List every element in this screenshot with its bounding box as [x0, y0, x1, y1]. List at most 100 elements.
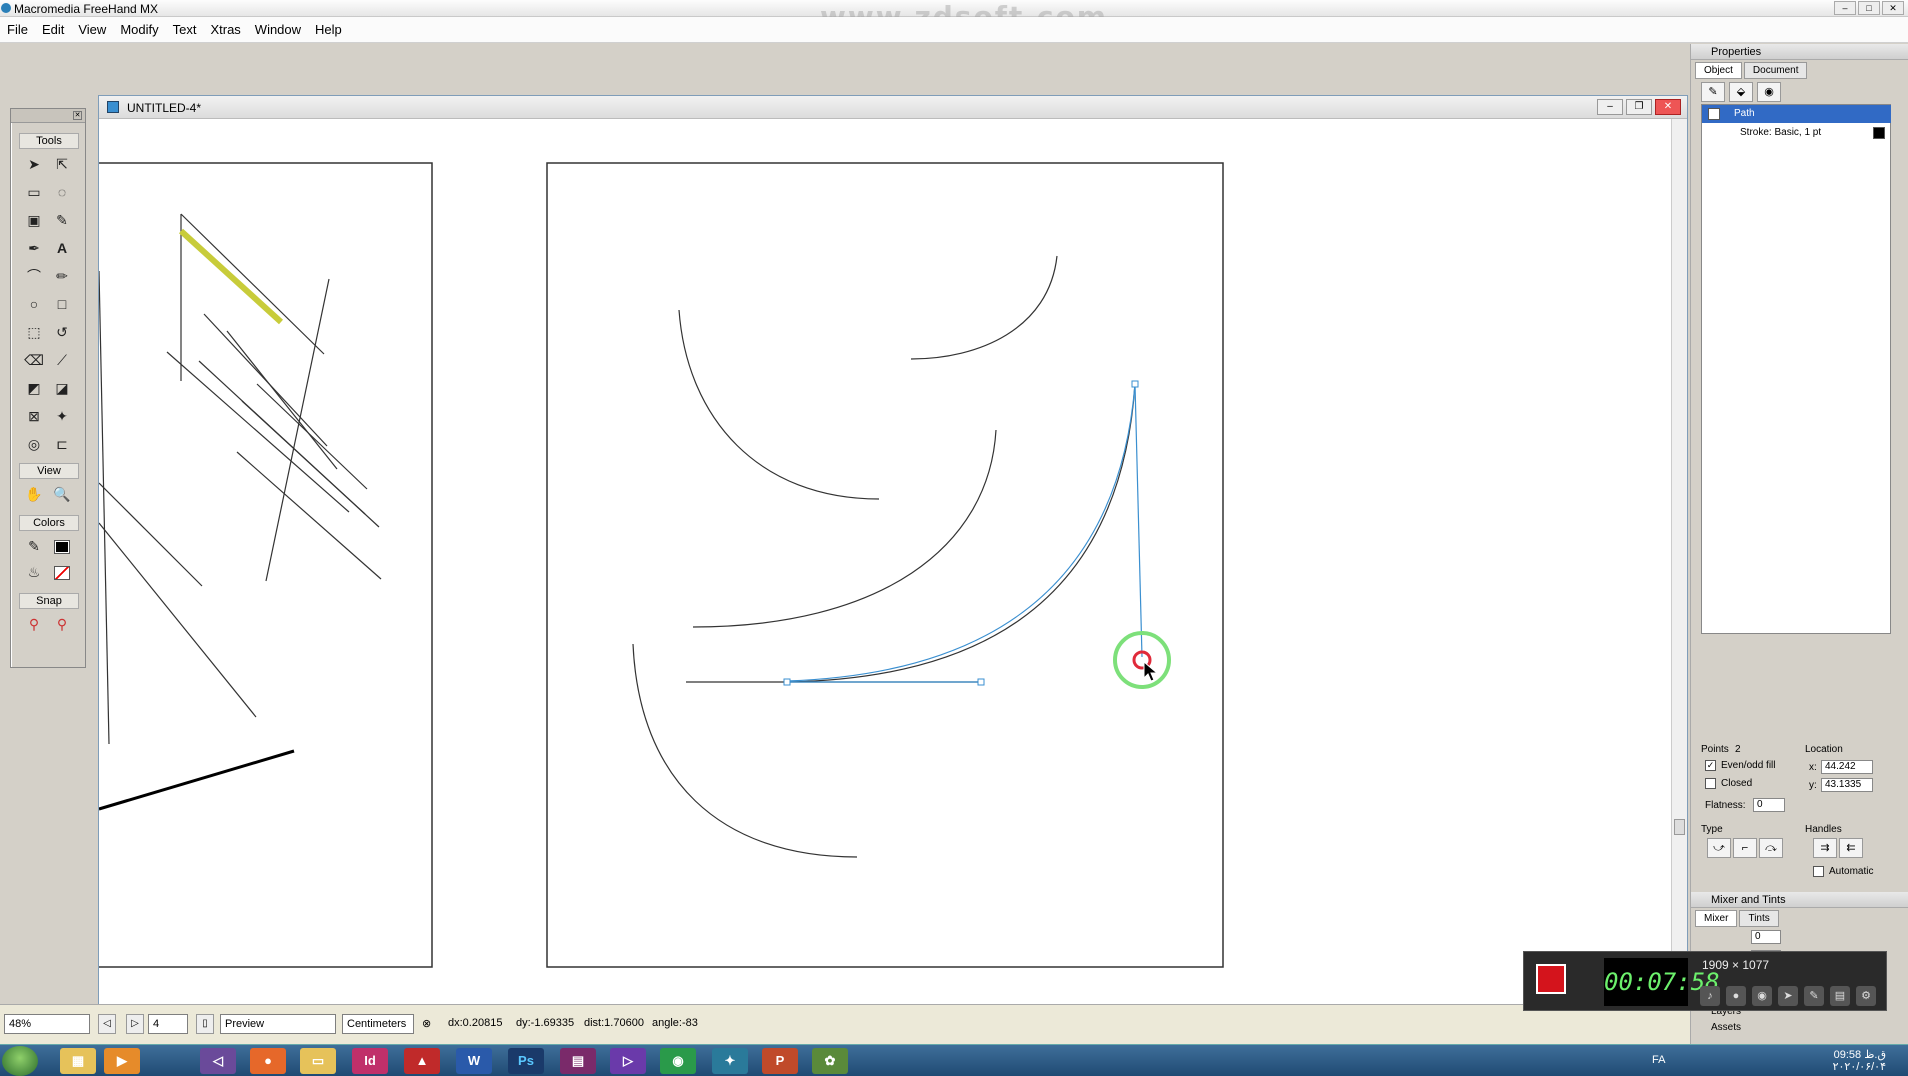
menu-xtras[interactable]: Xtras: [203, 22, 247, 37]
pen-tool-icon[interactable]: ✒: [23, 237, 45, 259]
drawing-canvas[interactable]: [99, 119, 1673, 1037]
snap-to-point-icon[interactable]: ⚲: [23, 613, 45, 635]
corner-point-button[interactable]: ⌐: [1733, 838, 1757, 858]
draw-icon[interactable]: ✎: [1804, 986, 1824, 1006]
clock[interactable]: 09:58 ق.ظ ۲۰۲۰/۰۶/۰۴: [1833, 1049, 1886, 1073]
envelope-tool-icon[interactable]: ⊠: [23, 405, 45, 427]
flatness-input[interactable]: 0: [1753, 798, 1785, 812]
retract-handle-left-button[interactable]: ⇉: [1813, 838, 1837, 858]
vertical-scroll-thumb[interactable]: [1674, 819, 1685, 835]
menu-edit[interactable]: Edit: [35, 22, 71, 37]
tab-mixer[interactable]: Mixer: [1695, 910, 1738, 927]
connector-point-button[interactable]: ⤼: [1759, 838, 1783, 858]
page-icon[interactable]: ▯: [196, 1014, 214, 1034]
rectangle-tool-icon[interactable]: □: [51, 293, 73, 315]
taskbar-vs-icon[interactable]: ▷: [610, 1048, 646, 1074]
menu-file[interactable]: File: [0, 22, 35, 37]
bezigon-tool-icon[interactable]: ⌒: [23, 265, 45, 287]
menu-help[interactable]: Help: [308, 22, 349, 37]
x-input[interactable]: 44.242: [1821, 760, 1873, 774]
add-stroke-icon[interactable]: ✎: [1701, 82, 1725, 102]
perspective-tool-icon[interactable]: ◎: [23, 433, 45, 455]
taskbar-visualstudio-icon[interactable]: ◁: [200, 1048, 236, 1074]
close-button[interactable]: ✕: [1882, 1, 1904, 15]
ellipse-tool-icon[interactable]: ○: [23, 293, 45, 315]
fill-color-icon[interactable]: ♨: [23, 561, 45, 583]
tab-object[interactable]: Object: [1695, 62, 1742, 79]
text-tool-icon[interactable]: A: [51, 237, 73, 259]
scale-tool-icon[interactable]: ▣: [23, 209, 45, 231]
menu-modify[interactable]: Modify: [113, 22, 165, 37]
panel-close-icon[interactable]: ✕: [73, 111, 82, 120]
tab-tints[interactable]: Tints: [1739, 910, 1779, 927]
taskbar-winrar-icon[interactable]: ▤: [560, 1048, 596, 1074]
graphic-hose-tool-icon[interactable]: ✦: [51, 405, 73, 427]
taskbar-chrome-icon[interactable]: ◉: [660, 1048, 696, 1074]
vertical-scrollbar[interactable]: [1671, 119, 1687, 1037]
zoom-tool-icon[interactable]: 🔍: [51, 483, 73, 505]
units-select[interactable]: Centimeters: [342, 1014, 414, 1034]
extrude-tool-icon[interactable]: ◪: [51, 377, 73, 399]
taskbar-firefox-icon[interactable]: ●: [250, 1048, 286, 1074]
volume-icon[interactable]: ♪: [1700, 986, 1720, 1006]
tab-document[interactable]: Document: [1743, 62, 1808, 79]
closed-checkbox[interactable]: [1705, 778, 1716, 789]
automatic-checkbox[interactable]: [1813, 866, 1824, 877]
doc-minimize-button[interactable]: –: [1597, 99, 1623, 115]
taskbar-media-icon[interactable]: ▶: [104, 1048, 140, 1074]
retract-handle-right-button[interactable]: ⇇: [1839, 838, 1863, 858]
taskbar-indesign-icon[interactable]: Id: [352, 1048, 388, 1074]
pointer-tool-icon[interactable]: ➤: [23, 153, 45, 175]
taskbar-explorer-icon[interactable]: ▦: [60, 1048, 96, 1074]
polygon-tool-icon[interactable]: ⬚: [23, 321, 45, 343]
even-odd-checkbox[interactable]: ✓: [1705, 760, 1716, 771]
next-page-button[interactable]: ▷: [126, 1014, 144, 1034]
menu-view[interactable]: View: [71, 22, 113, 37]
record-button[interactable]: [1536, 964, 1566, 994]
prev-page-button[interactable]: ◁: [98, 1014, 116, 1034]
doc-restore-button[interactable]: ❐: [1626, 99, 1652, 115]
cursor-icon[interactable]: ➤: [1778, 986, 1798, 1006]
knife-tool-icon[interactable]: ⟋: [51, 349, 73, 371]
fill-none-swatch-icon[interactable]: [51, 561, 73, 583]
minimize-button[interactable]: –: [1834, 1, 1856, 15]
curve-point-button[interactable]: ⤻: [1707, 838, 1731, 858]
stroke-swatch[interactable]: [1873, 127, 1885, 139]
snap-to-object-icon[interactable]: ⚲: [51, 613, 73, 635]
eyedropper-tool-icon[interactable]: ✎: [51, 209, 73, 231]
language-indicator[interactable]: FA: [1652, 1054, 1665, 1066]
taskbar-acrobat-icon[interactable]: ▲: [404, 1048, 440, 1074]
assets-panel-label[interactable]: Assets: [1711, 1022, 1741, 1033]
taskbar-folder-icon[interactable]: ▭: [300, 1048, 336, 1074]
menu-window[interactable]: Window: [248, 22, 308, 37]
mixer-title[interactable]: Mixer and Tints: [1691, 892, 1908, 908]
start-button[interactable]: [2, 1046, 38, 1076]
add-fill-icon[interactable]: ⬙: [1729, 82, 1753, 102]
webcam-icon[interactable]: ◉: [1752, 986, 1772, 1006]
path-checkbox[interactable]: [1708, 108, 1720, 120]
menu-text[interactable]: Text: [166, 22, 204, 37]
settings-icon[interactable]: ⚙: [1856, 986, 1876, 1006]
pencil-tool-icon[interactable]: ✏: [51, 265, 73, 287]
maximize-button[interactable]: □: [1858, 1, 1880, 15]
subselect-tool-icon[interactable]: ⇱: [51, 153, 73, 175]
microphone-icon[interactable]: ●: [1726, 986, 1746, 1006]
taskbar-app-icon[interactable]: ✿: [812, 1048, 848, 1074]
taskbar-powerpoint-icon[interactable]: P: [762, 1048, 798, 1074]
control-handle[interactable]: [977, 678, 985, 686]
taskbar-word-icon[interactable]: W: [456, 1048, 492, 1074]
blend-tool-icon[interactable]: ◩: [23, 377, 45, 399]
taskbar-photoshop-icon[interactable]: Ps: [508, 1048, 544, 1074]
hand-tool-icon[interactable]: ✋: [23, 483, 45, 505]
taskbar-freehand-icon[interactable]: ✦: [712, 1048, 748, 1074]
object-path-row[interactable]: Path: [1702, 105, 1891, 123]
stroke-swatch-icon[interactable]: [51, 535, 73, 557]
page-tool-icon[interactable]: ▭: [23, 181, 45, 203]
stroke-color-icon[interactable]: ✎: [23, 535, 45, 557]
render-mode-select[interactable]: Preview: [220, 1014, 336, 1034]
lasso-tool-icon[interactable]: ◌: [51, 181, 73, 203]
eraser-tool-icon[interactable]: ⌫: [23, 349, 45, 371]
doc-close-button[interactable]: ✕: [1655, 99, 1681, 115]
mixer-value-1[interactable]: 0: [1751, 930, 1781, 944]
page-select[interactable]: 4: [148, 1014, 188, 1034]
